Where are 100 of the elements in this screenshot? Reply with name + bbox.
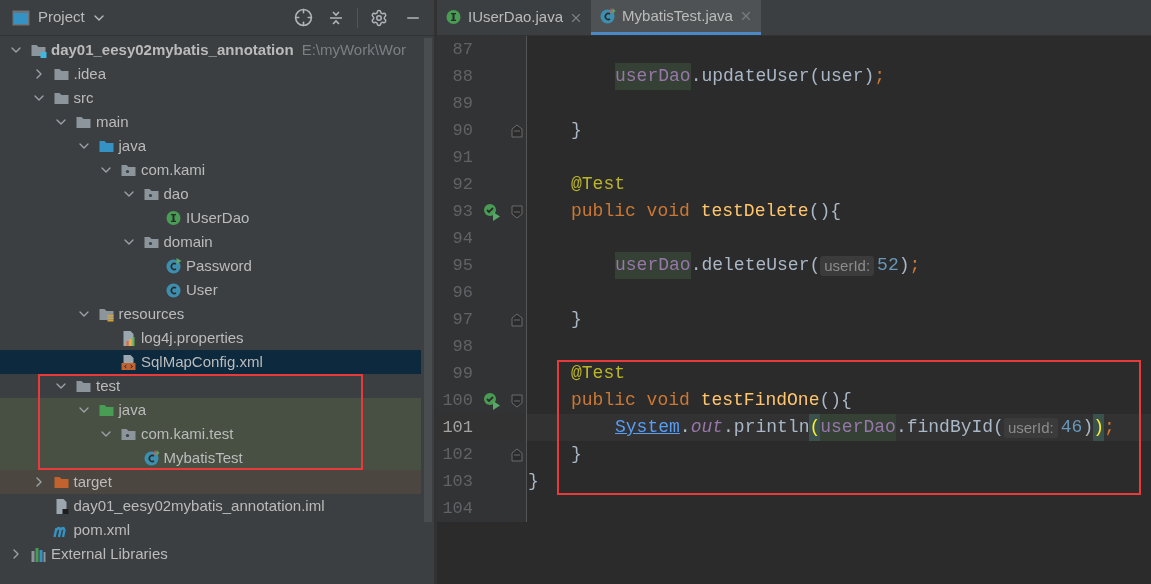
tree-item-label: resources xyxy=(118,303,185,324)
run-test-icon[interactable] xyxy=(483,202,501,221)
semicolon: ; xyxy=(909,254,921,277)
tree-item-label: dao xyxy=(163,183,189,204)
tree-item[interactable]: domain xyxy=(0,230,421,254)
code-text: ) xyxy=(1082,416,1094,439)
method-name: testFindOne xyxy=(700,389,820,412)
xml-file-icon xyxy=(120,353,137,371)
tree-item-label: log4j.properties xyxy=(141,327,244,348)
tree-item[interactable]: day01_eesy02mybatis_annotation E:\myWork\Wor xyxy=(0,38,421,62)
code-text: ) xyxy=(898,254,910,277)
tree-item-label: External Libraries xyxy=(51,543,168,564)
matched-paren: ( xyxy=(809,414,821,441)
class-icon xyxy=(165,257,182,275)
tree-item[interactable]: resources xyxy=(0,302,421,326)
tree-item[interactable]: User xyxy=(0,278,421,302)
tree-item-label: IUserDao xyxy=(186,207,250,228)
tree-item-label: domain xyxy=(163,231,213,252)
class-icon xyxy=(599,7,617,25)
code-text: } xyxy=(571,443,582,466)
tree-item[interactable]: pom.xml xyxy=(0,518,421,542)
tree-item-label: Password xyxy=(186,255,252,276)
tree-item-label: target xyxy=(73,471,112,492)
tree-item[interactable]: com.kami.test xyxy=(0,422,421,446)
fold-marker-icon[interactable] xyxy=(511,123,523,138)
tree-item[interactable]: External Libraries xyxy=(0,542,421,566)
editor-tab[interactable]: IUserDao.java xyxy=(437,0,592,35)
panel-title[interactable]: Project xyxy=(38,6,85,29)
tree-item[interactable]: Password xyxy=(0,254,421,278)
tree-item[interactable]: com.kami xyxy=(0,158,421,182)
tree-item-label: pom.xml xyxy=(73,519,131,540)
field-name: userDao xyxy=(615,63,691,90)
tree-item-label: day01_eesy02mybatis_annotation xyxy=(51,39,294,60)
keyword: public void xyxy=(571,200,691,223)
method-name: testDelete xyxy=(700,200,809,223)
class-icon xyxy=(165,281,182,299)
field-name: userDao xyxy=(615,252,691,279)
static-field: out xyxy=(690,414,724,441)
tree-item[interactable]: MybatisTest xyxy=(0,446,421,470)
semicolon: ; xyxy=(1104,416,1115,439)
tree-item-label: day01_eesy02mybatis_annotation.iml xyxy=(73,495,325,516)
fold-marker-icon[interactable] xyxy=(511,447,523,462)
interface-icon xyxy=(445,9,462,26)
class-icon xyxy=(142,449,160,467)
code-text: . xyxy=(679,416,691,439)
tree-item-label: com.kami.test xyxy=(141,423,234,444)
tab-label: MybatisTest.java xyxy=(622,5,733,26)
field-name: userDao xyxy=(820,414,896,441)
tree-item-label: java xyxy=(118,135,147,156)
line-number: 101 xyxy=(441,416,473,439)
code-text: .println xyxy=(723,416,810,439)
parameter-hint: userId: xyxy=(820,255,875,276)
code-text: .deleteUser( xyxy=(690,254,821,277)
tree-item[interactable]: .idea xyxy=(0,62,421,86)
editor-tab[interactable]: MybatisTest.java xyxy=(591,0,761,35)
run-test-icon[interactable] xyxy=(483,391,501,410)
tree-item-label: test xyxy=(96,375,121,396)
collapse-all-icon[interactable] xyxy=(327,8,345,27)
settings-icon[interactable] xyxy=(370,8,388,27)
tree-item-label: com.kami xyxy=(141,159,206,180)
class-link[interactable]: System xyxy=(615,414,680,441)
number-literal: 46 xyxy=(1060,416,1083,439)
window-icon xyxy=(12,9,30,26)
annotation: @Test xyxy=(571,362,625,385)
tree-item[interactable]: java xyxy=(0,398,421,422)
tree-item-label: SqlMapConfig.xml xyxy=(141,351,263,372)
parameter-hint: userId: xyxy=(1003,417,1058,438)
tree-item[interactable]: target xyxy=(0,470,421,494)
tab-label: IUserDao.java xyxy=(468,7,564,28)
number-literal: 52 xyxy=(877,254,899,277)
tree-item[interactable]: SqlMapConfig.xml xyxy=(0,350,421,374)
code-text: } xyxy=(571,119,582,142)
fold-marker-icon[interactable] xyxy=(511,393,523,408)
keyword: public void xyxy=(571,389,691,412)
code-text: } xyxy=(571,308,582,331)
code-text: .updateUser(user) xyxy=(690,65,875,88)
fold-marker-icon[interactable] xyxy=(511,312,523,327)
code-text: .findById( xyxy=(895,416,1004,439)
libraries-icon xyxy=(30,545,47,563)
code-text: (){ xyxy=(808,200,842,223)
tree-item[interactable]: IUserDao xyxy=(0,206,421,230)
tree-item-label: src xyxy=(73,87,94,108)
tree-item[interactable]: java xyxy=(0,134,421,158)
locate-icon[interactable] xyxy=(294,8,313,27)
tree-item-label: .idea xyxy=(73,63,107,84)
tree-item-label: MybatisTest xyxy=(163,447,243,468)
tree-item-label: User xyxy=(186,279,218,300)
fold-marker-icon[interactable] xyxy=(511,204,523,219)
interface-icon xyxy=(165,209,182,227)
tree-item[interactable]: main xyxy=(0,110,421,134)
tree-item[interactable]: dao xyxy=(0,182,421,206)
tree-item-label: java xyxy=(118,399,147,420)
tree-item[interactable]: day01_eesy02mybatis_annotation.iml xyxy=(0,494,421,518)
tree-item[interactable]: src xyxy=(0,86,421,110)
module-path: E:\myWork\Wor xyxy=(301,39,407,60)
tree-item-label: main xyxy=(96,111,129,132)
code-text: } xyxy=(528,470,539,493)
tree-item[interactable]: log4j.properties xyxy=(0,326,421,350)
matched-paren: ) xyxy=(1093,414,1104,441)
annotation: @Test xyxy=(571,173,625,196)
